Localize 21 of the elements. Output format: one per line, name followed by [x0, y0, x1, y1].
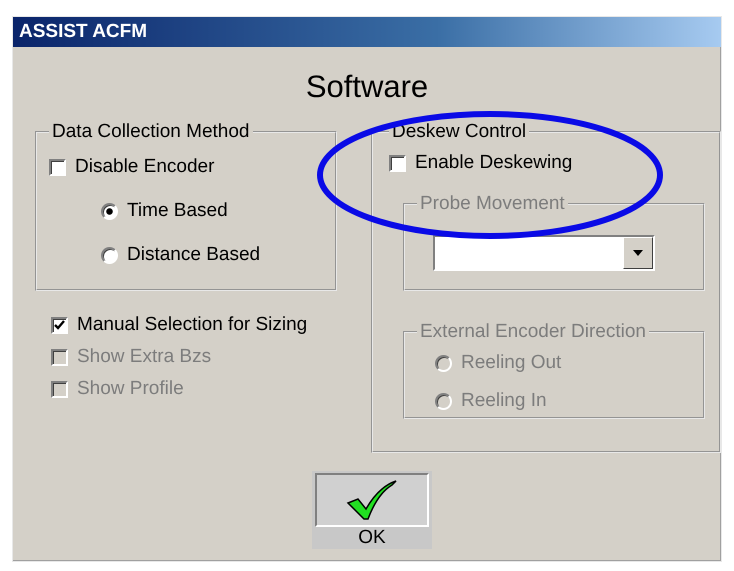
radio-label: Reeling In [461, 390, 547, 412]
dialog-heading: Software [306, 68, 428, 105]
dropdown-arrow-icon [633, 250, 643, 256]
title-bar: ASSIST ACFM [13, 17, 721, 47]
check-mark-icon [54, 320, 65, 330]
dropdown[interactable] [433, 235, 655, 271]
checkbox[interactable] [51, 316, 68, 334]
checkmark-icon [346, 479, 398, 521]
checkbox-label: Enable Deskewing [415, 152, 572, 174]
radio-button[interactable] [101, 202, 118, 220]
checkbox[interactable] [389, 154, 406, 172]
radio-button[interactable] [101, 246, 118, 264]
checkbox-label: Manual Selection for Sizing [77, 314, 308, 336]
ok-button[interactable]: OK [312, 471, 432, 549]
radio-label: Time Based [127, 200, 228, 222]
radio-label: Reeling Out [461, 352, 562, 374]
checkbox-label: Disable Encoder [75, 156, 214, 178]
checkbox-label: Show Profile [77, 378, 184, 400]
checkbox[interactable] [49, 158, 66, 176]
radio-label: Distance Based [127, 244, 260, 266]
checkbox-label: Show Extra Bzs [77, 346, 212, 368]
